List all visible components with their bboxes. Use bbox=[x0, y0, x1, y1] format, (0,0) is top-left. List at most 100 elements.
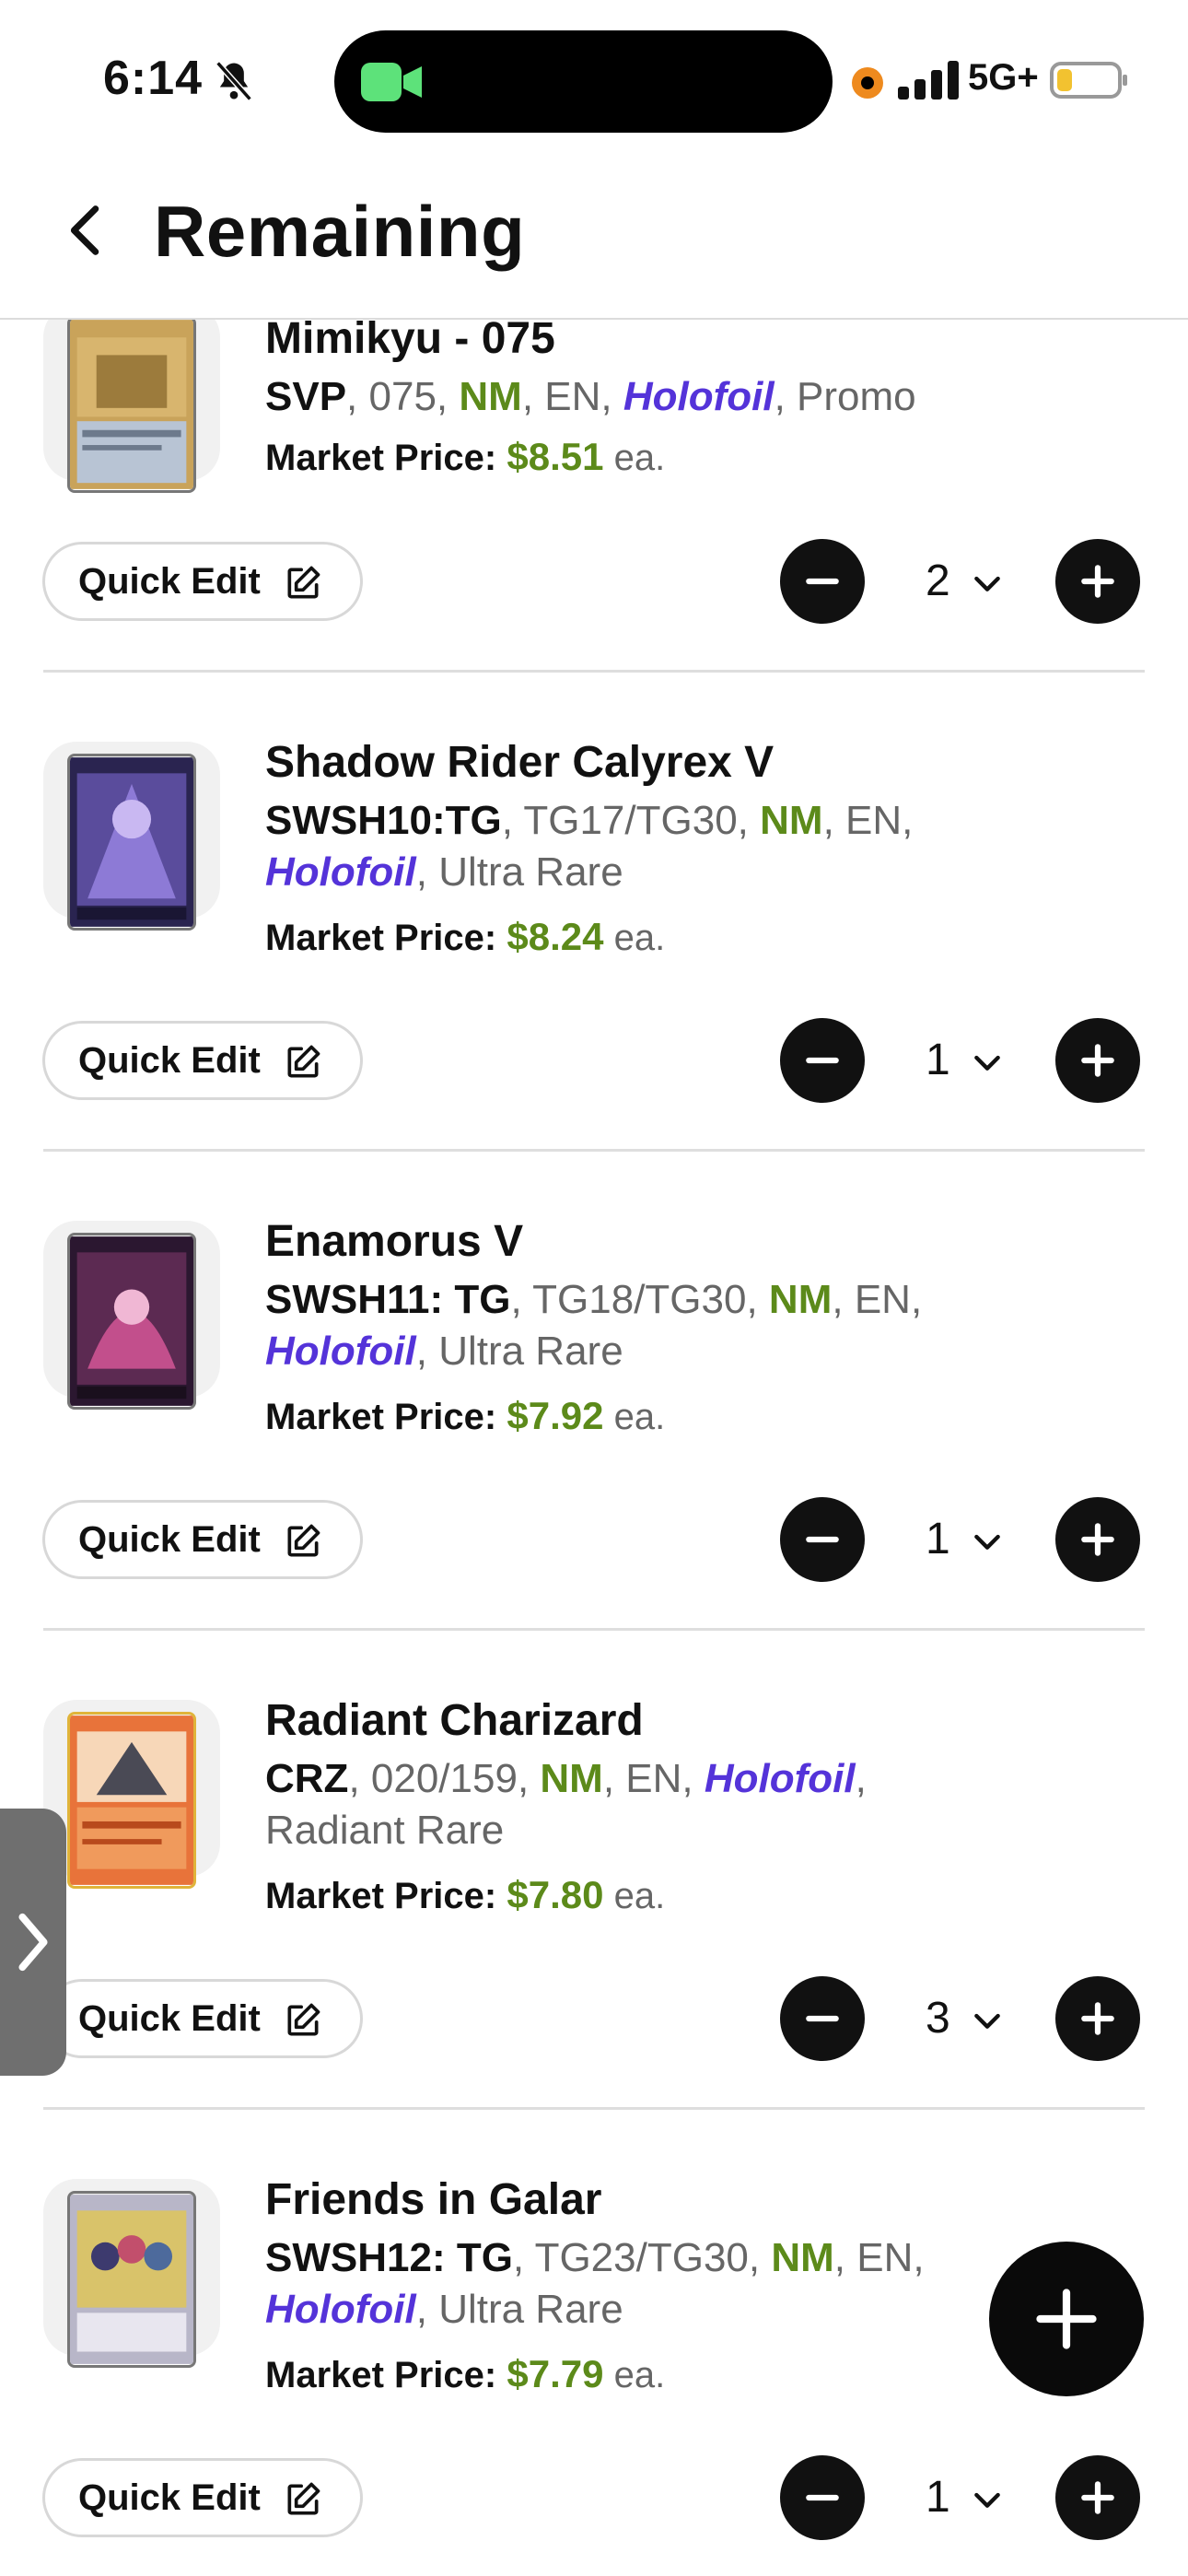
quick-edit-button[interactable]: Quick Edit bbox=[42, 1979, 363, 2058]
card-thumbnail[interactable] bbox=[43, 742, 220, 931]
edit-icon bbox=[287, 1524, 320, 1557]
increase-quantity-button[interactable] bbox=[1055, 1497, 1140, 1582]
quick-edit-label: Quick Edit bbox=[78, 1040, 261, 1081]
quick-edit-label: Quick Edit bbox=[78, 1519, 261, 1560]
card-art bbox=[70, 757, 193, 927]
card-thumbnail[interactable] bbox=[43, 1700, 220, 1889]
card-thumbnail[interactable] bbox=[43, 1221, 220, 1410]
plus-icon bbox=[1081, 1523, 1114, 1556]
chevron-down-icon[interactable] bbox=[969, 1523, 1006, 1560]
card-image bbox=[67, 1712, 196, 1889]
card-image bbox=[67, 1233, 196, 1410]
decrease-quantity-button[interactable] bbox=[780, 1018, 865, 1103]
price-unit: ea. bbox=[613, 2355, 666, 2395]
card-image bbox=[67, 316, 196, 493]
decrease-quantity-button[interactable] bbox=[780, 1976, 865, 2061]
card-name: Radiant Charizard bbox=[265, 1696, 644, 1745]
market-price-label: Market Price: bbox=[265, 438, 497, 478]
minus-icon bbox=[806, 2015, 839, 2022]
minus-icon bbox=[806, 2494, 839, 2501]
card-name: Enamorus V bbox=[265, 1217, 524, 1266]
card-condition: NM bbox=[459, 374, 522, 419]
increase-quantity-button[interactable] bbox=[1055, 539, 1140, 624]
price-unit: ea. bbox=[613, 438, 666, 478]
minus-icon bbox=[806, 1536, 839, 1543]
market-price-value: $8.51 bbox=[507, 435, 604, 478]
market-price-label: Market Price: bbox=[265, 1876, 497, 1916]
card-set: SWSH11: TG bbox=[265, 1277, 511, 1322]
increase-quantity-button[interactable] bbox=[1055, 1976, 1140, 2061]
edit-icon bbox=[287, 2482, 320, 2515]
card-details: SWSH12: TG, TG23/TG30, NM, EN, Holofoil,… bbox=[265, 2235, 925, 2332]
card-condition: NM bbox=[771, 2235, 834, 2280]
market-price-label: Market Price: bbox=[265, 2355, 497, 2395]
card-number: TG17/TG30 bbox=[523, 798, 738, 843]
card-condition: NM bbox=[540, 1756, 603, 1801]
quantity-value[interactable]: 3 bbox=[926, 1993, 950, 2043]
increase-quantity-button[interactable] bbox=[1055, 1018, 1140, 1103]
chevron-down-icon[interactable] bbox=[969, 1044, 1006, 1081]
minus-icon bbox=[806, 578, 839, 585]
card-finish: Holofoil bbox=[265, 1329, 416, 1374]
increase-quantity-button[interactable] bbox=[1055, 2455, 1140, 2540]
card-language: EN bbox=[845, 798, 903, 843]
add-card-button[interactable] bbox=[989, 2242, 1144, 2396]
price-unit: ea. bbox=[613, 1397, 666, 1437]
card-set: SWSH12: TG bbox=[265, 2235, 513, 2280]
chevron-down-icon[interactable] bbox=[969, 2002, 1006, 2039]
quick-edit-label: Quick Edit bbox=[78, 1998, 261, 2039]
card-language: EN bbox=[854, 1277, 911, 1322]
plus-icon bbox=[1081, 2002, 1114, 2035]
quantity-value[interactable]: 1 bbox=[926, 2472, 950, 2523]
list-item[interactable]: Enamorus V SWSH11: TG, TG18/TG30, NM, EN… bbox=[0, 1152, 1188, 1631]
market-price: Market Price: $8.51 ea. bbox=[265, 435, 665, 479]
card-finish: Holofoil bbox=[704, 1756, 856, 1801]
quick-edit-button[interactable]: Quick Edit bbox=[42, 1021, 363, 1100]
card-thumbnail[interactable] bbox=[43, 2179, 220, 2368]
card-image bbox=[67, 754, 196, 931]
market-price-value: $8.24 bbox=[507, 915, 604, 958]
card-finish: Holofoil bbox=[623, 374, 775, 419]
quick-edit-label: Quick Edit bbox=[78, 2477, 261, 2518]
quick-edit-label: Quick Edit bbox=[78, 561, 261, 602]
plus-icon bbox=[1081, 2481, 1114, 2514]
edit-icon bbox=[287, 566, 320, 599]
quantity-value[interactable]: 2 bbox=[926, 556, 950, 606]
quantity-value[interactable]: 1 bbox=[926, 1035, 950, 1085]
plus-icon bbox=[1081, 1044, 1114, 1077]
market-price: Market Price: $7.92 ea. bbox=[265, 1394, 665, 1438]
quick-edit-button[interactable]: Quick Edit bbox=[42, 2458, 363, 2537]
market-price-value: $7.79 bbox=[507, 2352, 604, 2395]
decrease-quantity-button[interactable] bbox=[780, 1497, 865, 1582]
edit-icon bbox=[287, 1045, 320, 1078]
chevron-down-icon[interactable] bbox=[969, 565, 1006, 602]
card-rarity: Promo bbox=[797, 374, 916, 419]
market-price-value: $7.92 bbox=[507, 1394, 604, 1437]
card-art bbox=[70, 320, 193, 489]
card-list[interactable]: Mimikyu - 075 SVP, 075, NM, EN, Holofoil… bbox=[0, 0, 1188, 2576]
card-thumbnail[interactable] bbox=[43, 304, 220, 493]
chevron-down-icon[interactable] bbox=[969, 2481, 1006, 2518]
card-details: SVP, 075, NM, EN, Holofoil, Promo bbox=[265, 374, 916, 419]
decrease-quantity-button[interactable] bbox=[780, 539, 865, 624]
list-item[interactable]: Radiant Charizard CRZ, 020/159, NM, EN, … bbox=[0, 1631, 1188, 2110]
price-unit: ea. bbox=[613, 918, 666, 958]
card-name: Mimikyu - 075 bbox=[265, 314, 555, 363]
card-number: 075 bbox=[368, 374, 437, 419]
list-item[interactable]: Shadow Rider Calyrex V SWSH10:TG, TG17/T… bbox=[0, 673, 1188, 1152]
card-number: 020/159 bbox=[370, 1756, 518, 1801]
market-price: Market Price: $7.79 ea. bbox=[265, 2352, 665, 2396]
quantity-value[interactable]: 1 bbox=[926, 1514, 950, 1564]
plus-icon bbox=[1036, 2289, 1097, 2349]
quick-edit-button[interactable]: Quick Edit bbox=[42, 542, 363, 621]
chevron-left-icon[interactable] bbox=[55, 198, 120, 263]
card-details: SWSH11: TG, TG18/TG30, NM, EN, Holofoil,… bbox=[265, 1277, 923, 1374]
card-details: SWSH10:TG, TG17/TG30, NM, EN, Holofoil, … bbox=[265, 798, 914, 895]
card-details: CRZ, 020/159, NM, EN, Holofoil, Radiant … bbox=[265, 1756, 867, 1853]
quick-edit-button[interactable]: Quick Edit bbox=[42, 1500, 363, 1579]
market-price: Market Price: $8.24 ea. bbox=[265, 915, 665, 959]
card-set: SWSH10:TG bbox=[265, 798, 502, 843]
decrease-quantity-button[interactable] bbox=[780, 2455, 865, 2540]
side-drawer-tab[interactable] bbox=[0, 1809, 66, 2076]
chevron-right-icon bbox=[18, 1913, 48, 1972]
